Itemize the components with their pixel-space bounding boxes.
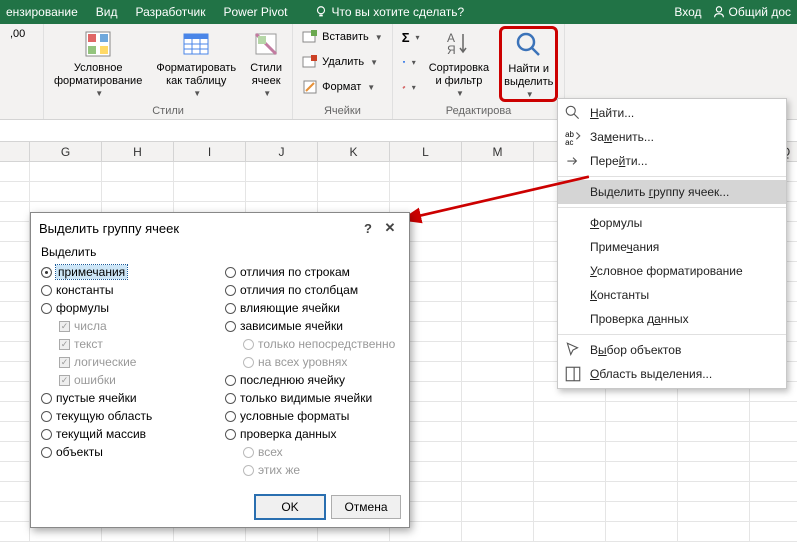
- cell-styles-button[interactable]: Стили ячеек▼: [246, 26, 286, 100]
- pointer-icon: [564, 341, 582, 359]
- menu-goto[interactable]: Перейти...: [558, 149, 786, 173]
- pane-icon: [564, 365, 582, 383]
- magnifier-icon: [564, 104, 582, 122]
- col-i[interactable]: I: [174, 142, 246, 161]
- menu-formulas[interactable]: Формулы: [558, 211, 786, 235]
- menu-cond-format[interactable]: Условное форматирование: [558, 259, 786, 283]
- dialog-close-button[interactable]: ✕: [379, 220, 401, 236]
- cancel-button[interactable]: Отмена: [331, 495, 401, 519]
- opt-dependents[interactable]: зависимые ячейки: [225, 317, 399, 335]
- col-h[interactable]: H: [102, 142, 174, 161]
- sort-filter-button[interactable]: AЯ Сортировка и фильтр▼: [425, 26, 493, 100]
- opt-validation-all: всех: [243, 443, 399, 461]
- fill-down-icon: [402, 54, 406, 70]
- chk-errors: ✓ошибки: [59, 371, 215, 389]
- tell-me[interactable]: Что вы хотите сделать?: [314, 5, 465, 19]
- opt-all-levels: на всех уровнях: [243, 353, 399, 371]
- bulb-icon: [314, 5, 328, 19]
- opt-direct-only: только непосредственно: [243, 335, 399, 353]
- clear-button[interactable]: ▾: [399, 76, 419, 98]
- svg-text:Я: Я: [447, 43, 456, 57]
- col-m[interactable]: M: [462, 142, 534, 161]
- col-k[interactable]: K: [318, 142, 390, 161]
- tab-developer[interactable]: Разработчик: [136, 5, 206, 19]
- opt-data-validation[interactable]: проверка данных: [225, 425, 399, 443]
- conditional-formatting-icon: [82, 28, 114, 60]
- dialog-help-button[interactable]: ?: [357, 221, 379, 236]
- svg-text:ac: ac: [565, 138, 573, 146]
- format-as-table-button[interactable]: Форматировать как таблицу▼: [152, 26, 240, 100]
- ok-button[interactable]: OK: [255, 495, 325, 519]
- chk-numbers: ✓числа: [59, 317, 215, 335]
- opt-objects[interactable]: объекты: [41, 443, 215, 461]
- sign-in[interactable]: Вход: [674, 5, 701, 19]
- format-button[interactable]: Формат▼: [299, 76, 386, 98]
- menu-constants[interactable]: Константы: [558, 283, 786, 307]
- menu-replace[interactable]: abacЗаменить...: [558, 125, 786, 149]
- delete-icon: [302, 54, 318, 70]
- format-icon: [302, 79, 318, 95]
- sigma-icon: Σ: [402, 29, 410, 45]
- opt-precedents[interactable]: влияющие ячейки: [225, 299, 399, 317]
- delete-cells-button[interactable]: Удалить▼: [299, 51, 386, 73]
- menu-comments[interactable]: Примечания: [558, 235, 786, 259]
- cell-styles-icon: [250, 28, 282, 60]
- magnifier-icon: [513, 29, 545, 61]
- col-l[interactable]: L: [390, 142, 462, 161]
- chk-logic: ✓логические: [59, 353, 215, 371]
- opt-col-diff[interactable]: отличия по столбцам: [225, 281, 399, 299]
- table-icon: [180, 28, 212, 60]
- menu-select-objects[interactable]: Выбор объектов: [558, 338, 786, 362]
- tab-review-partial[interactable]: ензирование: [6, 5, 78, 19]
- go-to-special-dialog: Выделить группу ячеек ? ✕ Выделить приме…: [30, 212, 410, 528]
- tab-power-pivot[interactable]: Power Pivot: [223, 5, 287, 19]
- tab-view[interactable]: Вид: [96, 5, 118, 19]
- tell-me-label: Что вы хотите сделать?: [332, 5, 465, 19]
- opt-last-cell[interactable]: последнюю ячейку: [225, 371, 399, 389]
- find-select-menu: ННайти...айти... abacЗаменить... Перейти…: [557, 98, 787, 389]
- menu-selection-pane[interactable]: Область выделения...: [558, 362, 786, 386]
- fill-button[interactable]: ▾: [399, 51, 419, 73]
- autosum-button[interactable]: Σ▾: [399, 26, 419, 48]
- share[interactable]: Общий дос: [712, 5, 792, 19]
- chk-text: ✓текст: [59, 335, 215, 353]
- opt-visible-only[interactable]: только видимые ячейки: [225, 389, 399, 407]
- opt-formulas[interactable]: формулы: [41, 299, 215, 317]
- decrease-decimal-button[interactable]: ,00: [6, 26, 29, 43]
- opt-current-array[interactable]: текущий массив: [41, 425, 215, 443]
- editing-group-label: Редактирова: [399, 105, 559, 119]
- replace-icon: abac: [564, 128, 582, 146]
- ribbon-tabs: ензирование Вид Разработчик Power Pivot …: [0, 0, 797, 24]
- opt-blanks[interactable]: пустые ячейки: [41, 389, 215, 407]
- opt-row-diff[interactable]: отличия по строкам: [225, 263, 399, 281]
- insert-cells-button[interactable]: Вставить▼: [299, 26, 386, 48]
- dialog-title: Выделить группу ячеек: [39, 221, 357, 236]
- insert-icon: [302, 29, 318, 45]
- opt-validation-same: этих же: [243, 461, 399, 479]
- eraser-icon: [402, 79, 406, 95]
- opt-constants[interactable]: константы: [41, 281, 215, 299]
- col-j[interactable]: J: [246, 142, 318, 161]
- opt-comments[interactable]: примечания: [41, 263, 215, 281]
- find-select-button[interactable]: Найти и выделить▼: [499, 26, 558, 102]
- menu-go-to-special[interactable]: Выделить группу ячеек...: [558, 180, 786, 204]
- opt-cond-formats[interactable]: условные форматы: [225, 407, 399, 425]
- conditional-formatting-button[interactable]: Условное форматирование▼: [50, 26, 146, 100]
- menu-find[interactable]: ННайти...айти...: [558, 101, 786, 125]
- col-g[interactable]: G: [30, 142, 102, 161]
- menu-validation[interactable]: Проверка данных: [558, 307, 786, 331]
- dialog-lead: Выделить: [41, 245, 399, 259]
- goto-icon: [564, 152, 582, 170]
- sort-filter-icon: AЯ: [443, 28, 475, 60]
- styles-group-label: Стили: [50, 105, 286, 119]
- opt-current-region[interactable]: текущую область: [41, 407, 215, 425]
- cells-group-label: Ячейки: [299, 105, 386, 119]
